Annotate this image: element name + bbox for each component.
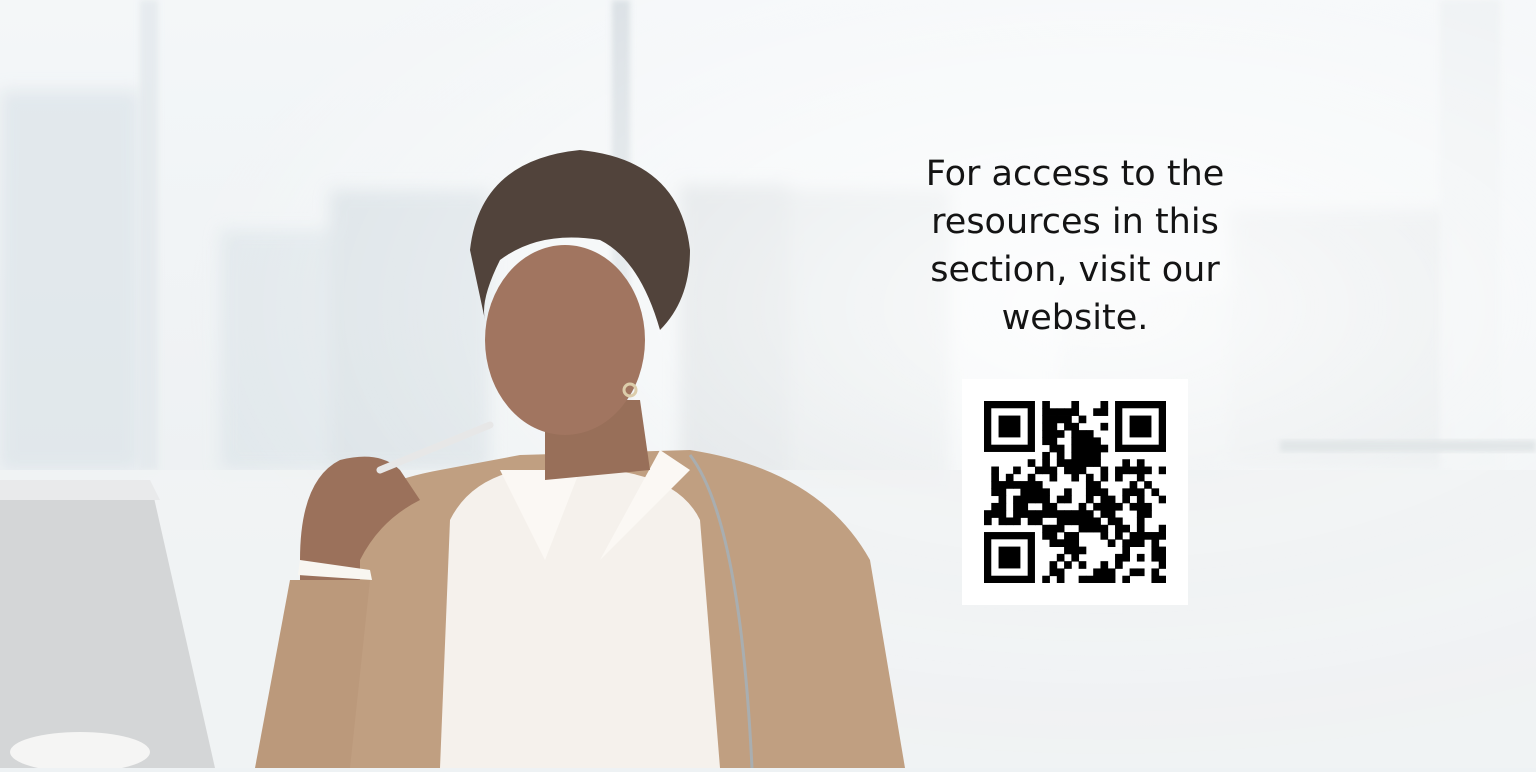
background-photo	[0, 0, 1536, 772]
message-line-2: resources in this	[931, 202, 1219, 242]
qr-code-card[interactable]	[962, 379, 1188, 605]
message-line-4: website.	[1001, 298, 1149, 338]
office-scene	[0, 0, 1536, 772]
website-access-message: For access to the resources in this sect…	[880, 150, 1270, 342]
qr-code-icon	[984, 401, 1166, 583]
message-line-1: For access to the	[925, 154, 1225, 194]
message-line-3: section, visit our	[930, 250, 1220, 290]
